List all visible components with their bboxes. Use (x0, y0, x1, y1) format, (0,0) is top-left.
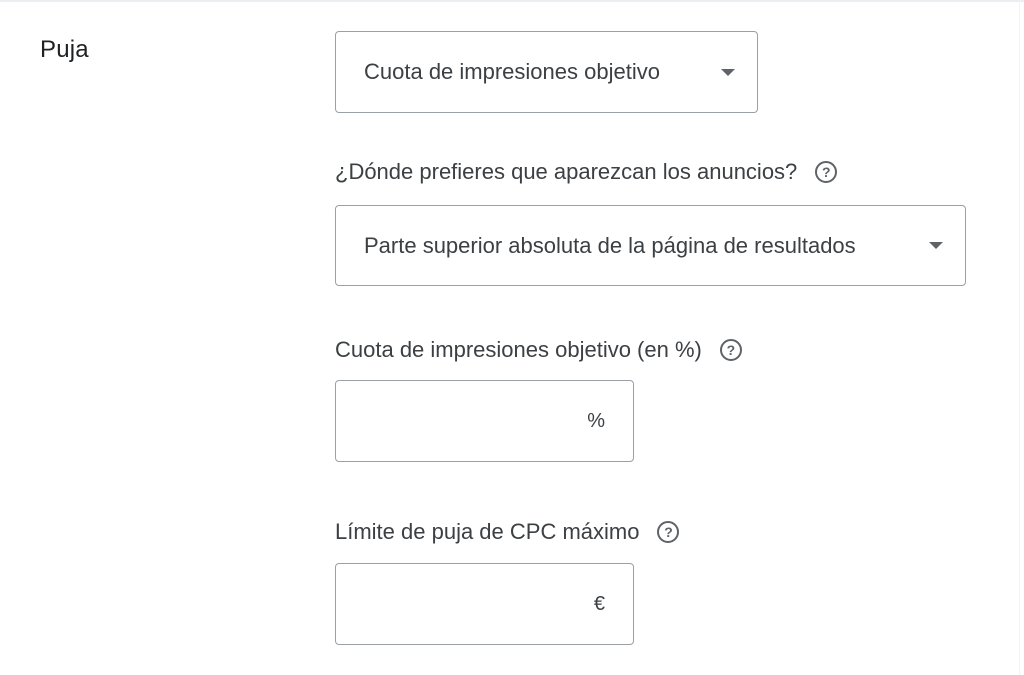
euro-suffix: € (593, 592, 605, 615)
top-divider (0, 0, 1024, 2)
percent-suffix: % (587, 409, 605, 432)
max-cpc-input[interactable] (350, 564, 574, 646)
placement-label: ¿Dónde prefieres que aparezcan los anunc… (335, 159, 838, 185)
placement-label-text: ¿Dónde prefieres que aparezcan los anunc… (335, 159, 798, 184)
placement-dropdown[interactable]: Parte superior absoluta de la página de … (335, 205, 966, 286)
bidding-settings-panel: Puja Cuota de impresiones objetivo ¿Dónd… (0, 0, 1024, 675)
bid-strategy-selected-value: Cuota de impresiones objetivo (364, 59, 660, 84)
section-title: Puja (40, 36, 89, 63)
help-icon[interactable]: ? (719, 339, 742, 361)
impression-share-field[interactable]: % (335, 380, 634, 463)
placement-selected-value: Parte superior absoluta de la página de … (364, 232, 856, 258)
dropdown-arrow-icon (721, 68, 735, 76)
bid-strategy-dropdown[interactable]: Cuota de impresiones objetivo (335, 31, 758, 113)
impression-share-label-text: Cuota de impresiones objetivo (en %) (335, 337, 702, 362)
max-cpc-field[interactable]: € (335, 563, 634, 646)
right-divider (1019, 0, 1020, 675)
dropdown-arrow-icon (929, 242, 943, 249)
max-cpc-label-text: Límite de puja de CPC máximo (335, 519, 640, 544)
impression-share-label: Cuota de impresiones objetivo (en %) ? (335, 337, 742, 363)
help-icon[interactable]: ? (657, 521, 680, 543)
help-icon[interactable]: ? (815, 161, 838, 183)
max-cpc-label: Límite de puja de CPC máximo ? (335, 519, 680, 545)
impression-share-input[interactable] (350, 381, 574, 463)
